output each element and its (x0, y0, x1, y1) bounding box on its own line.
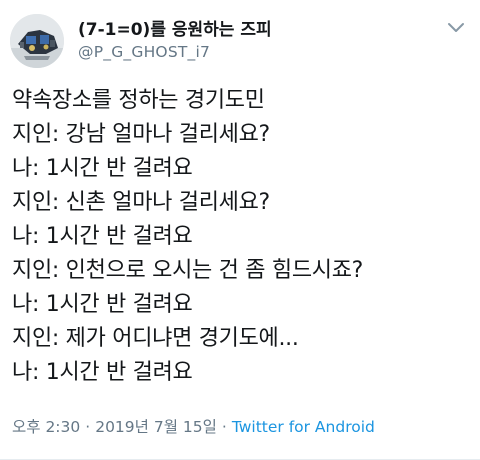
tweet-line: 지인: 제가 어디냐면 경기도에... (12, 326, 299, 351)
user-names: (7-1=0)를 응원하는 즈피 @P_G_GHOST_i7 (78, 19, 272, 63)
tweet-line: 나: 1시간 반 걸려요 (12, 224, 193, 249)
tweet-text: 약속장소를 정하는 경기도민 지인: 강남 얼마나 걸리세요? 나: 1시간 반… (12, 84, 468, 390)
tweet-line: 나: 1시간 반 걸려요 (12, 292, 193, 317)
tweet-line: 지인: 신촌 얼마나 걸리세요? (12, 190, 270, 215)
tweet-date[interactable]: 2019년 7월 15일 (95, 418, 217, 436)
meta-separator: · (85, 418, 91, 436)
tweet-line: 약속장소를 정하는 경기도민 (12, 88, 265, 113)
more-options-button[interactable] (446, 20, 466, 36)
tweet-line: 나: 1시간 반 걸려요 (12, 360, 193, 385)
user-handle[interactable]: @P_G_GHOST_i7 (78, 41, 272, 63)
tweet-line: 지인: 인천으로 오시는 건 좀 힘드시죠? (12, 258, 364, 283)
tweet-header: (7-1=0)를 응원하는 즈피 @P_G_GHOST_i7 (10, 10, 470, 70)
avatar[interactable] (10, 14, 64, 68)
tweet-line: 지인: 강남 얼마나 걸리세요? (12, 122, 270, 147)
avatar-photo-icon (10, 14, 64, 68)
chevron-down-icon (448, 23, 464, 32)
tweet-line: 나: 1시간 반 걸려요 (12, 156, 193, 181)
tweet-time[interactable]: 오후 2:30 (12, 418, 80, 436)
meta-separator: · (221, 418, 227, 436)
tweet-meta: 오후 2:30 · 2019년 7월 15일 · Twitter for Android (12, 416, 375, 438)
tweet-card: (7-1=0)를 응원하는 즈피 @P_G_GHOST_i7 약속장소를 정하는… (0, 0, 480, 460)
display-name[interactable]: (7-1=0)를 응원하는 즈피 (78, 19, 272, 41)
tweet-source-link[interactable]: Twitter for Android (232, 418, 375, 436)
